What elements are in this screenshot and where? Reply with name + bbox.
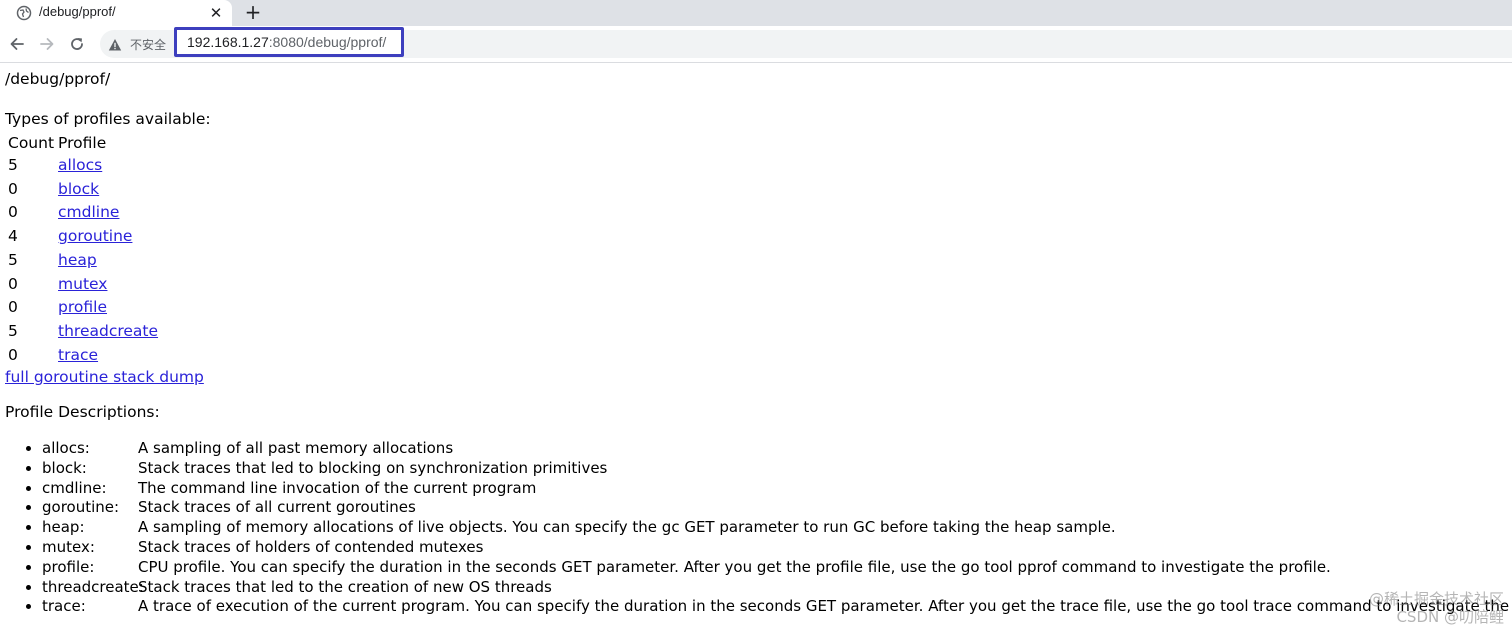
tab-title: /debug/pprof/ bbox=[39, 4, 116, 19]
profile-link-profile[interactable]: profile bbox=[58, 298, 107, 316]
types-label: Types of profiles available: bbox=[5, 110, 211, 128]
profile-link-mutex[interactable]: mutex bbox=[58, 275, 107, 293]
description-text: Stack traces of all current goroutines bbox=[138, 498, 416, 517]
table-row: 4 goroutine bbox=[7, 225, 159, 249]
description-name: cmdline: bbox=[42, 478, 107, 497]
description-name: goroutine: bbox=[42, 498, 120, 517]
list-item: cmdline: The command line invocation of t… bbox=[42, 479, 1512, 499]
table-row: 5 heap bbox=[7, 249, 159, 273]
description-name: mutex: bbox=[42, 537, 95, 556]
profile-count: 0 bbox=[8, 179, 18, 198]
profile-count: 0 bbox=[8, 345, 18, 364]
browser-toolbar: 不安全 192.168.1.27:8080/debug/pprof/ bbox=[0, 26, 1512, 63]
table-header-row: Count Profile bbox=[7, 133, 159, 154]
description-name: threadcreate: bbox=[42, 577, 144, 596]
list-item: goroutine: Stack traces of all current go… bbox=[42, 498, 1512, 518]
profile-link-goroutine[interactable]: goroutine bbox=[58, 227, 132, 245]
watermark-line-2: CSDN @叨陪鲤 bbox=[1396, 608, 1504, 626]
list-item: mutex: Stack traces of holders of contend… bbox=[42, 538, 1512, 558]
description-name: heap: bbox=[42, 518, 85, 537]
column-header-count: Count bbox=[8, 133, 55, 152]
url-path: :8080/debug/pprof/ bbox=[268, 34, 387, 50]
descriptions-list: allocs: A sampling of all past memory all… bbox=[0, 439, 1512, 617]
page-title: /debug/pprof/ bbox=[5, 70, 111, 88]
profile-link-cmdline[interactable]: cmdline bbox=[58, 203, 119, 221]
profile-count: 5 bbox=[8, 156, 18, 175]
profile-link-heap[interactable]: heap bbox=[58, 251, 97, 269]
address-bar[interactable]: 不安全 192.168.1.27:8080/debug/pprof/ bbox=[100, 27, 1512, 58]
url-field[interactable]: 192.168.1.27:8080/debug/pprof/ bbox=[174, 27, 404, 57]
list-item: trace: A trace of execution of the curren… bbox=[42, 597, 1512, 617]
profile-link-trace[interactable]: trace bbox=[58, 346, 98, 364]
description-name: profile: bbox=[42, 557, 95, 576]
watermark-line-1: @稀土掘金技术社区 bbox=[1368, 590, 1504, 608]
profile-count: 4 bbox=[8, 227, 18, 246]
profile-count: 0 bbox=[8, 274, 18, 293]
description-text: The command line invocation of the curre… bbox=[138, 478, 537, 497]
table-row: 5 threadcreate bbox=[7, 320, 159, 344]
full-goroutine-dump-link[interactable]: full goroutine stack dump bbox=[5, 369, 204, 386]
profiles-table: Count Profile 5 allocs 0 block 0 cmdline… bbox=[5, 133, 161, 367]
list-item: block: Stack traces that led to blocking … bbox=[42, 459, 1512, 479]
descriptions-title: Profile Descriptions: bbox=[5, 403, 160, 421]
description-name: allocs: bbox=[42, 439, 90, 457]
profile-count: 5 bbox=[8, 250, 18, 269]
description-text: CPU profile. You can specify the duratio… bbox=[138, 557, 1331, 576]
profile-link-threadcreate[interactable]: threadcreate bbox=[58, 322, 158, 340]
description-text: Stack traces that led to the creation of… bbox=[138, 577, 552, 596]
url-host: 192.168.1.27 bbox=[187, 34, 269, 50]
browser-tab-active[interactable]: /debug/pprof/ ✕ bbox=[0, 0, 232, 26]
table-row: 0 mutex bbox=[7, 272, 159, 296]
list-item: threadcreate:Stack traces that led to th… bbox=[42, 578, 1512, 598]
tab-strip: /debug/pprof/ ✕ + bbox=[0, 0, 1512, 26]
watermark: @稀土掘金技术社区 CSDN @叨陪鲤 bbox=[1369, 590, 1504, 626]
table-row: 0 cmdline bbox=[7, 201, 159, 225]
table-row: 0 profile bbox=[7, 296, 159, 320]
description-text: Stack traces of holders of contended mut… bbox=[138, 537, 484, 556]
profile-count: 5 bbox=[8, 321, 18, 340]
page-content: /debug/pprof/ Types of profiles availabl… bbox=[0, 63, 1512, 634]
security-label: 不安全 bbox=[130, 37, 167, 52]
description-text: A sampling of memory allocations of live… bbox=[138, 518, 1116, 537]
list-item: profile: CPU profile. You can specify the… bbox=[42, 558, 1512, 578]
profile-link-allocs[interactable]: allocs bbox=[58, 156, 102, 174]
list-item: heap: A sampling of memory allocations of… bbox=[42, 518, 1512, 538]
reload-icon[interactable] bbox=[67, 34, 87, 54]
list-item: allocs: A sampling of all past memory all… bbox=[42, 439, 1512, 459]
table-row: 5 allocs bbox=[7, 154, 159, 178]
back-arrow-icon[interactable] bbox=[7, 34, 27, 54]
description-name: trace: bbox=[42, 597, 86, 616]
description-text: A sampling of all past memory allocation… bbox=[138, 439, 454, 457]
description-text: A trace of execution of the current prog… bbox=[138, 597, 1512, 616]
forward-arrow-icon[interactable] bbox=[37, 34, 57, 54]
profile-count: 0 bbox=[8, 203, 18, 222]
description-text: Stack traces that led to blocking on syn… bbox=[138, 458, 608, 477]
security-indicator[interactable]: 不安全 bbox=[108, 36, 166, 52]
profile-link-block[interactable]: block bbox=[58, 180, 99, 198]
close-icon[interactable]: ✕ bbox=[207, 4, 225, 22]
profile-count: 0 bbox=[8, 298, 18, 317]
globe-icon bbox=[16, 5, 32, 21]
description-name: block: bbox=[42, 458, 87, 477]
warning-icon bbox=[108, 37, 122, 51]
plus-icon[interactable]: + bbox=[242, 1, 264, 23]
table-row: 0 block bbox=[7, 178, 159, 202]
column-header-profile: Profile bbox=[58, 133, 107, 152]
table-row: 0 trace bbox=[7, 344, 159, 368]
